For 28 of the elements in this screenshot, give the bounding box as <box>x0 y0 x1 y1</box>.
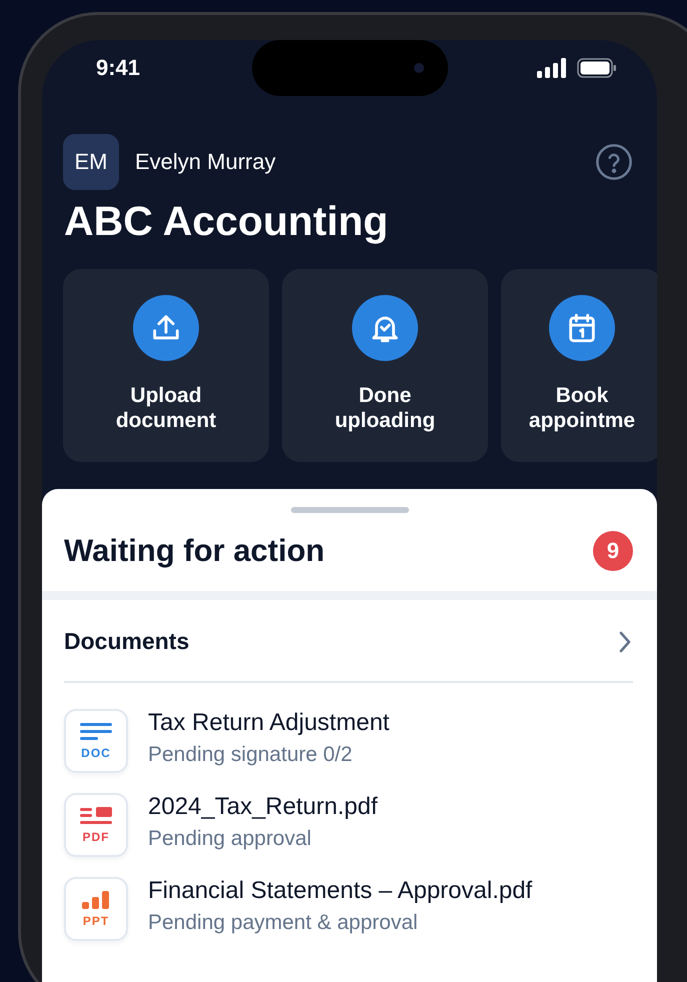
file-type-icon: PDF <box>64 793 128 857</box>
signal-icon <box>536 58 567 78</box>
action-card[interactable]: Book appointme <box>501 269 657 462</box>
file-type-icon: PPT <box>64 877 128 941</box>
document-name[interactable]: Financial Statements – Approval.pdf <box>148 877 532 905</box>
document-status: Pending payment & approval <box>148 911 419 935</box>
camera-icon <box>414 63 424 73</box>
company-title: ABC Accounting <box>64 198 390 245</box>
section-title: Documents <box>64 628 190 655</box>
status-time: 9:41 <box>96 55 140 81</box>
layout-icon <box>79 806 113 826</box>
chevron-right-icon[interactable] <box>617 630 633 654</box>
help-icon[interactable] <box>595 143 633 181</box>
document-status: Pending approval <box>148 827 312 851</box>
document-status: Pending signature 0/2 <box>148 743 354 767</box>
document-name[interactable]: 2024_Tax_Return.pdf <box>148 793 378 821</box>
count-badge: 9 <box>593 531 633 571</box>
sheet-title: Waiting for action <box>64 533 325 569</box>
battery-icon <box>576 58 617 78</box>
document-name[interactable]: Tax Return Adjustment <box>148 709 390 737</box>
file-type-icon: DOC <box>64 709 128 773</box>
avatar[interactable]: EM <box>63 134 119 190</box>
sheet-handle[interactable] <box>290 507 408 513</box>
bar-chart-icon <box>81 890 111 910</box>
action-card[interactable]: Done uploading <box>282 269 488 462</box>
action-card[interactable]: Upload document <box>63 269 269 462</box>
user-name: Evelyn Murray <box>135 149 276 175</box>
lines-icon <box>79 722 113 742</box>
